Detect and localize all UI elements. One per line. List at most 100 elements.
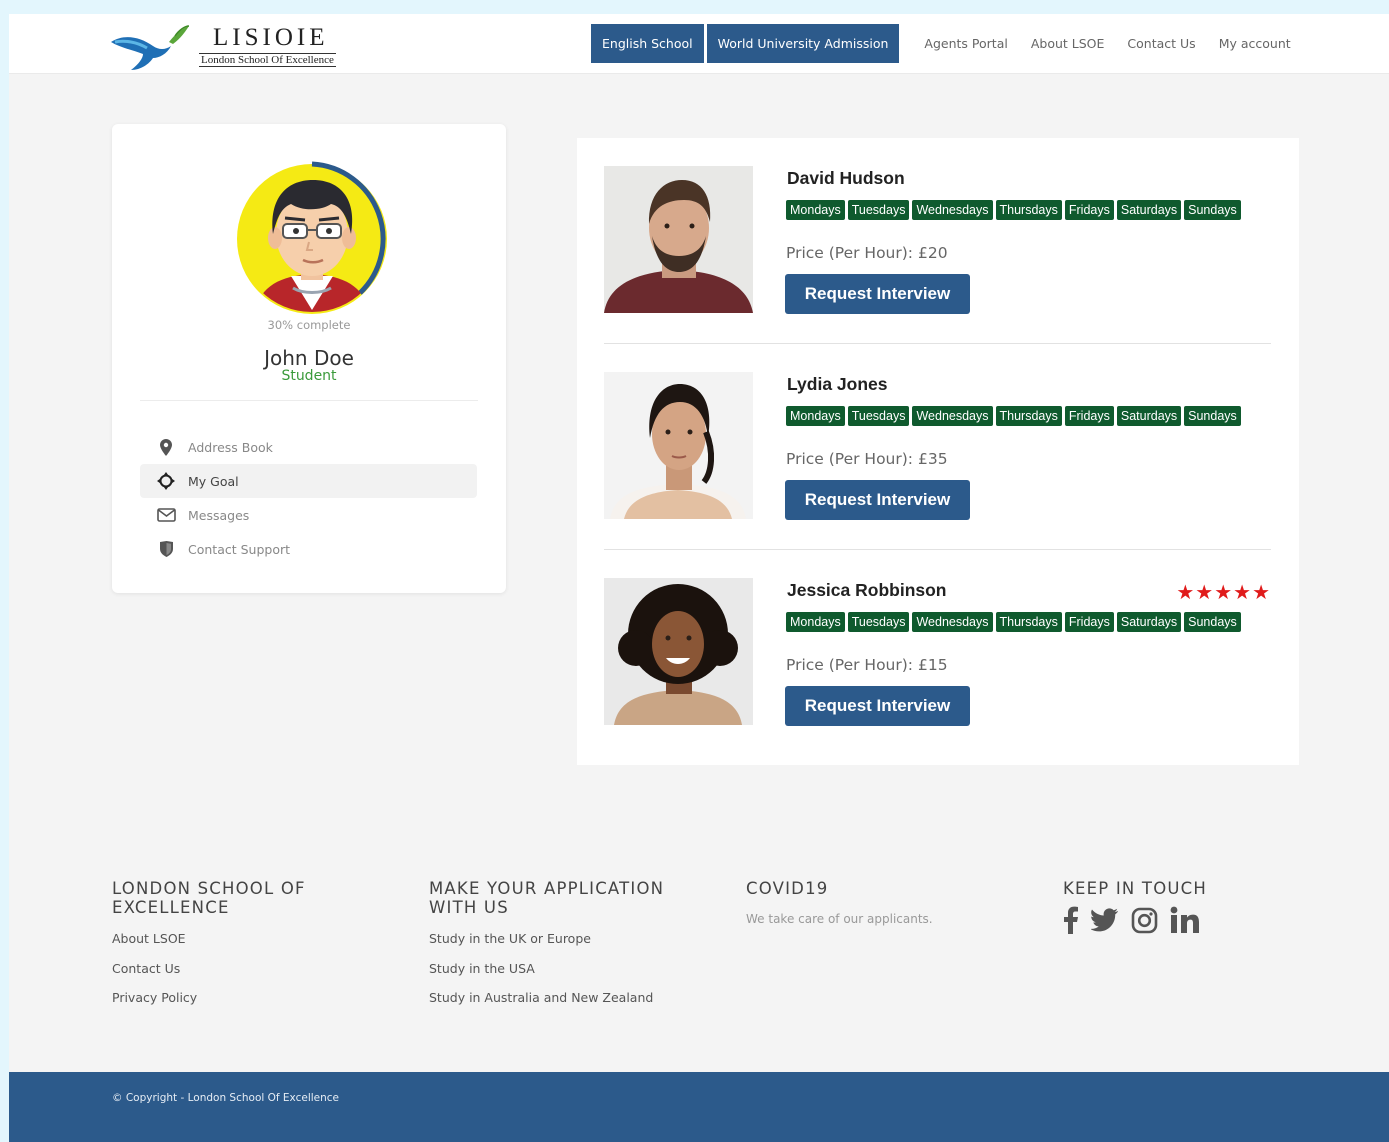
- cartoon-avatar-icon: [237, 161, 387, 314]
- social-links: [1063, 906, 1343, 934]
- availability-tags: Mondays Tuesdays Wednesdays Thursdays Fr…: [786, 612, 1244, 632]
- day-tag: Fridays: [1064, 612, 1114, 632]
- footer-heading: KEEP IN TOUCH: [1063, 879, 1207, 898]
- tutor-price: Price (Per Hour): £35: [786, 450, 948, 468]
- day-tag: Thursdays: [995, 612, 1062, 632]
- day-tag: Tuesdays: [847, 406, 910, 426]
- avatar[interactable]: [233, 160, 391, 318]
- nav-agents-portal-link[interactable]: Agents Portal: [924, 36, 1007, 51]
- tutor-divider: [604, 343, 1271, 344]
- price-value: £20: [917, 244, 948, 262]
- menu-item-address-book[interactable]: Address Book: [140, 430, 477, 464]
- footer-covid-text: We take care of our applicants.: [746, 912, 933, 926]
- footer-column-lsoe: LONDON SCHOOL OF EXCELLENCE About LSOE C…: [112, 879, 392, 1006]
- tutor-item: Jessica Robbinson ★★★★★ Mondays Tuesdays…: [604, 574, 1271, 734]
- day-tag: Wednesdays: [912, 406, 993, 426]
- menu-item-label: Messages: [188, 507, 250, 523]
- instagram-icon[interactable]: [1131, 907, 1158, 934]
- footer-heading: MAKE YOUR APPLICATION WITH US: [429, 879, 665, 917]
- crosshair-icon: [156, 472, 176, 490]
- day-tag: Thursdays: [995, 200, 1062, 220]
- profile-divider: [140, 400, 478, 401]
- profile-card: 30% complete John Doe Student Address Bo…: [112, 124, 506, 593]
- menu-item-label: Address Book: [188, 439, 273, 455]
- tutor-price: Price (Per Hour): £15: [786, 656, 948, 674]
- copyright-text: © Copyright - London School Of Excellenc…: [112, 1092, 340, 1104]
- footer-column-covid: COVID19 We take care of our applicants.: [746, 879, 1026, 926]
- footer-column-social: KEEP IN TOUCH: [1063, 879, 1343, 934]
- request-interview-button[interactable]: Request Interview: [785, 686, 970, 726]
- nav-contact-us-link[interactable]: Contact Us: [1127, 36, 1195, 51]
- nav-english-school-button[interactable]: English School: [591, 24, 704, 63]
- bird-logo-icon: [111, 25, 190, 70]
- day-tag: Mondays: [786, 612, 845, 632]
- site-header: LISIOIE London School Of Excellence Engl…: [9, 14, 1389, 74]
- day-tag: Saturdays: [1116, 612, 1182, 632]
- tutor-name: Jessica Robbinson: [787, 580, 947, 600]
- day-tag: Thursdays: [995, 406, 1062, 426]
- footer-link-study-uk[interactable]: Study in the UK or Europe: [429, 931, 709, 947]
- day-tag: Fridays: [1064, 200, 1114, 220]
- price-value: £35: [917, 450, 948, 468]
- request-interview-button[interactable]: Request Interview: [785, 480, 970, 520]
- nav-world-university-admission-button[interactable]: World University Admission: [706, 24, 900, 63]
- facebook-icon[interactable]: [1063, 906, 1079, 934]
- profile-progress-text: 30% complete: [267, 318, 351, 332]
- menu-item-my-goal[interactable]: My Goal: [140, 464, 477, 498]
- site-logo[interactable]: LISIOIE London School Of Excellence: [109, 20, 359, 72]
- nav-my-account-link[interactable]: My account: [1219, 36, 1291, 51]
- price-label: Price (Per Hour):: [786, 244, 914, 262]
- main-nav: English School World University Admissio…: [591, 24, 1291, 63]
- day-tag: Sundays: [1184, 200, 1241, 220]
- day-tag: Wednesdays: [912, 200, 993, 220]
- tutor-item: Lydia Jones Mondays Tuesdays Wednesdays …: [604, 368, 1271, 528]
- day-tag: Wednesdays: [912, 612, 993, 632]
- day-tag: Saturdays: [1116, 200, 1182, 220]
- location-pin-icon: [156, 438, 176, 456]
- shield-icon: [156, 540, 176, 558]
- footer-link-about[interactable]: About LSOE: [112, 931, 392, 947]
- footer-heading: COVID19: [746, 879, 829, 898]
- footer-link-privacy[interactable]: Privacy Policy: [112, 990, 392, 1006]
- page-frame: LISIOIE London School Of Excellence Engl…: [9, 14, 1389, 1142]
- footer-column-application: MAKE YOUR APPLICATION WITH US Study in t…: [429, 879, 709, 1006]
- copyright-bar: © Copyright - London School Of Excellenc…: [9, 1072, 1389, 1142]
- tutor-name: Lydia Jones: [787, 374, 888, 394]
- menu-item-contact-support[interactable]: Contact Support: [140, 532, 477, 566]
- nav-about-lsoe-link[interactable]: About LSOE: [1031, 36, 1105, 51]
- availability-tags: Mondays Tuesdays Wednesdays Thursdays Fr…: [786, 200, 1244, 220]
- day-tag: Mondays: [786, 406, 845, 426]
- footer-link-study-usa[interactable]: Study in the USA: [429, 961, 709, 977]
- twitter-icon[interactable]: [1091, 908, 1119, 932]
- tutor-photo: [604, 372, 753, 519]
- star-rating: ★★★★★: [1176, 582, 1271, 604]
- tutor-list: David Hudson Mondays Tuesdays Wednesdays…: [577, 138, 1299, 765]
- profile-menu: Address Book My Goal Messages Contact Su…: [140, 430, 477, 566]
- menu-item-messages[interactable]: Messages: [140, 498, 477, 532]
- envelope-icon: [156, 506, 176, 524]
- tutor-price: Price (Per Hour): £20: [786, 244, 948, 262]
- footer-link-contact[interactable]: Contact Us: [112, 961, 392, 977]
- request-interview-button[interactable]: Request Interview: [785, 274, 970, 314]
- site-footer: LONDON SCHOOL OF EXCELLENCE About LSOE C…: [9, 822, 1389, 1072]
- linkedin-icon[interactable]: [1170, 906, 1200, 934]
- tutor-item: David Hudson Mondays Tuesdays Wednesdays…: [604, 162, 1271, 322]
- logo-title: LISIOIE: [213, 24, 329, 51]
- day-tag: Tuesdays: [847, 200, 910, 220]
- menu-item-label: Contact Support: [188, 541, 291, 557]
- tutor-divider: [604, 549, 1271, 550]
- day-tag: Fridays: [1064, 406, 1114, 426]
- logo-subtitle: London School Of Excellence: [199, 53, 336, 67]
- user-name: John Doe: [264, 346, 354, 370]
- tutor-photo: [604, 166, 753, 313]
- user-role: Student: [281, 368, 337, 384]
- availability-tags: Mondays Tuesdays Wednesdays Thursdays Fr…: [786, 406, 1244, 426]
- day-tag: Saturdays: [1116, 406, 1182, 426]
- price-label: Price (Per Hour):: [786, 656, 914, 674]
- footer-link-study-australia[interactable]: Study in Australia and New Zealand: [429, 990, 709, 1006]
- day-tag: Tuesdays: [847, 612, 910, 632]
- menu-item-label: My Goal: [188, 473, 239, 489]
- tutor-photo: [604, 578, 753, 725]
- tutor-name: David Hudson: [787, 168, 905, 188]
- price-value: £15: [917, 656, 948, 674]
